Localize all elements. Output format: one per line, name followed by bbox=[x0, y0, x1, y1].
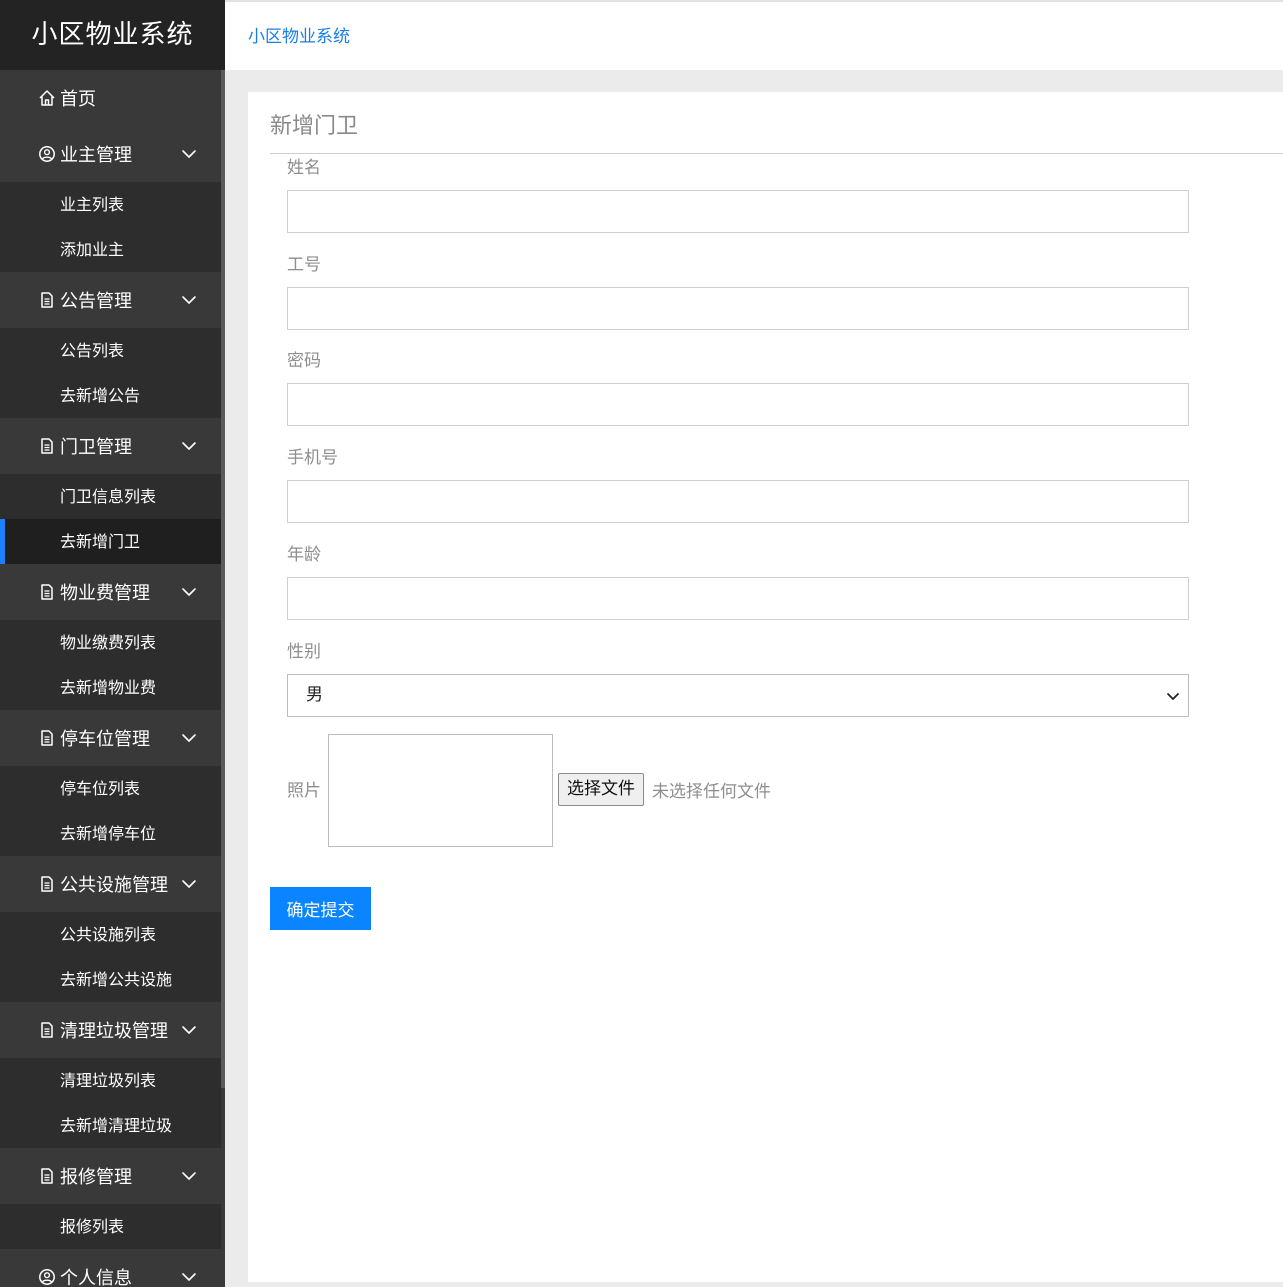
sidebar-nav: 首页 业主管理业主列表 添加业主公告管理公告列表 去新增公告门卫管理门卫信息列表 去新… bbox=[0, 70, 221, 1287]
sidebar-group-label: 业主管理 bbox=[60, 145, 132, 166]
sidebar-submenu: 公共设施列表 去新增公共设施 bbox=[0, 912, 221, 1002]
sidebar-subitem[interactable]: 业主列表 bbox=[0, 182, 221, 227]
sidebar-group-0[interactable]: 业主管理 bbox=[0, 126, 221, 182]
employee-id-input[interactable] bbox=[287, 287, 1189, 330]
sidebar-group-label: 公告管理 bbox=[60, 291, 132, 312]
sidebar-subitem[interactable]: 公共设施列表 bbox=[0, 912, 221, 957]
sidebar-subitem[interactable]: 去新增门卫 bbox=[0, 519, 221, 564]
sidebar-group-6[interactable]: 清理垃圾管理 bbox=[0, 1002, 221, 1058]
chevron-down-icon bbox=[181, 292, 197, 308]
chevron-down-icon bbox=[181, 1022, 197, 1038]
home-icon bbox=[38, 89, 56, 107]
form-card: 新增门卫 姓名 工号 密码 手机号 年龄 性别 男 照片 选择文件 未选择任何文… bbox=[248, 92, 1283, 1282]
sidebar-group-2[interactable]: 门卫管理 bbox=[0, 418, 221, 474]
sidebar: 小区物业系统 首页 业主管理业主列表 添加业主公告管理公告列表 去新增公告门卫管理门… bbox=[0, 0, 225, 1287]
sidebar-subitem[interactable]: 去新增清理垃圾 bbox=[0, 1103, 221, 1148]
sidebar-submenu: 报修列表 bbox=[0, 1204, 221, 1249]
sidebar-subitem[interactable]: 物业缴费列表 bbox=[0, 620, 221, 665]
sidebar-group-label: 门卫管理 bbox=[60, 437, 132, 458]
document-icon bbox=[38, 291, 56, 309]
sidebar-subitem[interactable]: 公告列表 bbox=[0, 328, 221, 373]
sidebar-item-home[interactable]: 首页 bbox=[0, 70, 221, 126]
sidebar-item-label: 首页 bbox=[60, 89, 96, 110]
sidebar-group-label: 清理垃圾管理 bbox=[60, 1021, 168, 1042]
sidebar-scrollbar[interactable] bbox=[221, 70, 225, 1088]
document-icon bbox=[38, 729, 56, 747]
breadcrumb[interactable]: 小区物业系统 bbox=[248, 22, 350, 47]
sidebar-subitem[interactable]: 去新增公共设施 bbox=[0, 957, 221, 1002]
sidebar-subitem[interactable]: 停车位列表 bbox=[0, 766, 221, 811]
chevron-down-icon bbox=[181, 876, 197, 892]
sidebar-submenu: 门卫信息列表 去新增门卫 bbox=[0, 474, 221, 564]
document-icon bbox=[38, 583, 56, 601]
field-label: 姓名 bbox=[287, 158, 321, 178]
field-label: 性别 bbox=[287, 642, 321, 662]
document-icon bbox=[38, 1021, 56, 1039]
sidebar-group-4[interactable]: 停车位管理 bbox=[0, 710, 221, 766]
sidebar-submenu: 物业缴费列表 去新增物业费 bbox=[0, 620, 221, 710]
sidebar-submenu: 公告列表 去新增公告 bbox=[0, 328, 221, 418]
chevron-down-icon bbox=[181, 438, 197, 454]
sidebar-subitem[interactable]: 去新增物业费 bbox=[0, 665, 221, 710]
sidebar-group-3[interactable]: 物业费管理 bbox=[0, 564, 221, 620]
sidebar-group-label: 公共设施管理 bbox=[60, 875, 168, 896]
user-circle-icon bbox=[38, 1268, 56, 1286]
sidebar-group-label: 物业费管理 bbox=[60, 583, 150, 604]
field-password: 密码 bbox=[287, 347, 1189, 426]
sidebar-group-5[interactable]: 公共设施管理 bbox=[0, 856, 221, 912]
phone-input[interactable] bbox=[287, 480, 1189, 523]
field-label: 工号 bbox=[287, 255, 321, 275]
password-input[interactable] bbox=[287, 383, 1189, 426]
document-icon bbox=[38, 875, 56, 893]
field-age: 年龄 bbox=[287, 541, 1189, 620]
sidebar-group-8[interactable]: 个人信息 bbox=[0, 1249, 221, 1287]
chevron-down-icon bbox=[1166, 688, 1180, 702]
sidebar-submenu: 清理垃圾列表 去新增清理垃圾 bbox=[0, 1058, 221, 1148]
choose-file-button[interactable]: 选择文件 bbox=[558, 773, 644, 806]
page-title: 新增门卫 bbox=[270, 114, 359, 139]
file-status-text: 未选择任何文件 bbox=[652, 782, 771, 802]
chevron-down-icon bbox=[181, 1269, 197, 1285]
chevron-down-icon bbox=[181, 1168, 197, 1184]
chevron-down-icon bbox=[181, 730, 197, 746]
field-label: 手机号 bbox=[287, 448, 338, 468]
gender-selected-value: 男 bbox=[306, 685, 323, 705]
app-root: 小区物业系统 首页 业主管理业主列表 添加业主公告管理公告列表 去新增公告门卫管理门… bbox=[0, 0, 1283, 1287]
sidebar-group-label: 停车位管理 bbox=[60, 729, 150, 750]
sidebar-submenu: 业主列表 添加业主 bbox=[0, 182, 221, 272]
photo-preview bbox=[328, 734, 553, 847]
sidebar-group-7[interactable]: 报修管理 bbox=[0, 1148, 221, 1204]
sidebar-subitem[interactable]: 报修列表 bbox=[0, 1204, 221, 1249]
sidebar-submenu: 停车位列表 去新增停车位 bbox=[0, 766, 221, 856]
sidebar-subitem[interactable]: 清理垃圾列表 bbox=[0, 1058, 221, 1103]
chevron-down-icon bbox=[181, 584, 197, 600]
photo-field: 照片 选择文件 未选择任何文件 bbox=[287, 734, 987, 847]
user-circle-icon bbox=[38, 145, 56, 163]
age-input[interactable] bbox=[287, 577, 1189, 620]
top-header: 小区物业系统 bbox=[225, 0, 1283, 70]
sidebar-subitem[interactable]: 门卫信息列表 bbox=[0, 474, 221, 519]
sidebar-subitem[interactable]: 添加业主 bbox=[0, 227, 221, 272]
sidebar-subitem[interactable]: 去新增停车位 bbox=[0, 811, 221, 856]
sidebar-group-label: 个人信息 bbox=[60, 1268, 132, 1287]
app-logo: 小区物业系统 bbox=[0, 0, 225, 70]
field-label: 密码 bbox=[287, 351, 321, 371]
sidebar-subitem[interactable]: 去新增公告 bbox=[0, 373, 221, 418]
field-label: 年龄 bbox=[287, 545, 321, 565]
document-icon bbox=[38, 437, 56, 455]
submit-button[interactable]: 确定提交 bbox=[270, 887, 371, 930]
sidebar-group-1[interactable]: 公告管理 bbox=[0, 272, 221, 328]
gender-select[interactable]: 男 bbox=[287, 674, 1189, 717]
field-phone: 手机号 bbox=[287, 444, 1189, 523]
photo-label: 照片 bbox=[287, 781, 321, 801]
name-input[interactable] bbox=[287, 190, 1189, 233]
sidebar-group-label: 报修管理 bbox=[60, 1167, 132, 1188]
document-icon bbox=[38, 1167, 56, 1185]
field-gender: 性别 男 bbox=[287, 638, 1189, 717]
field-name: 姓名 bbox=[287, 154, 1189, 233]
chevron-down-icon bbox=[181, 146, 197, 162]
field-employee-id: 工号 bbox=[287, 251, 1189, 330]
